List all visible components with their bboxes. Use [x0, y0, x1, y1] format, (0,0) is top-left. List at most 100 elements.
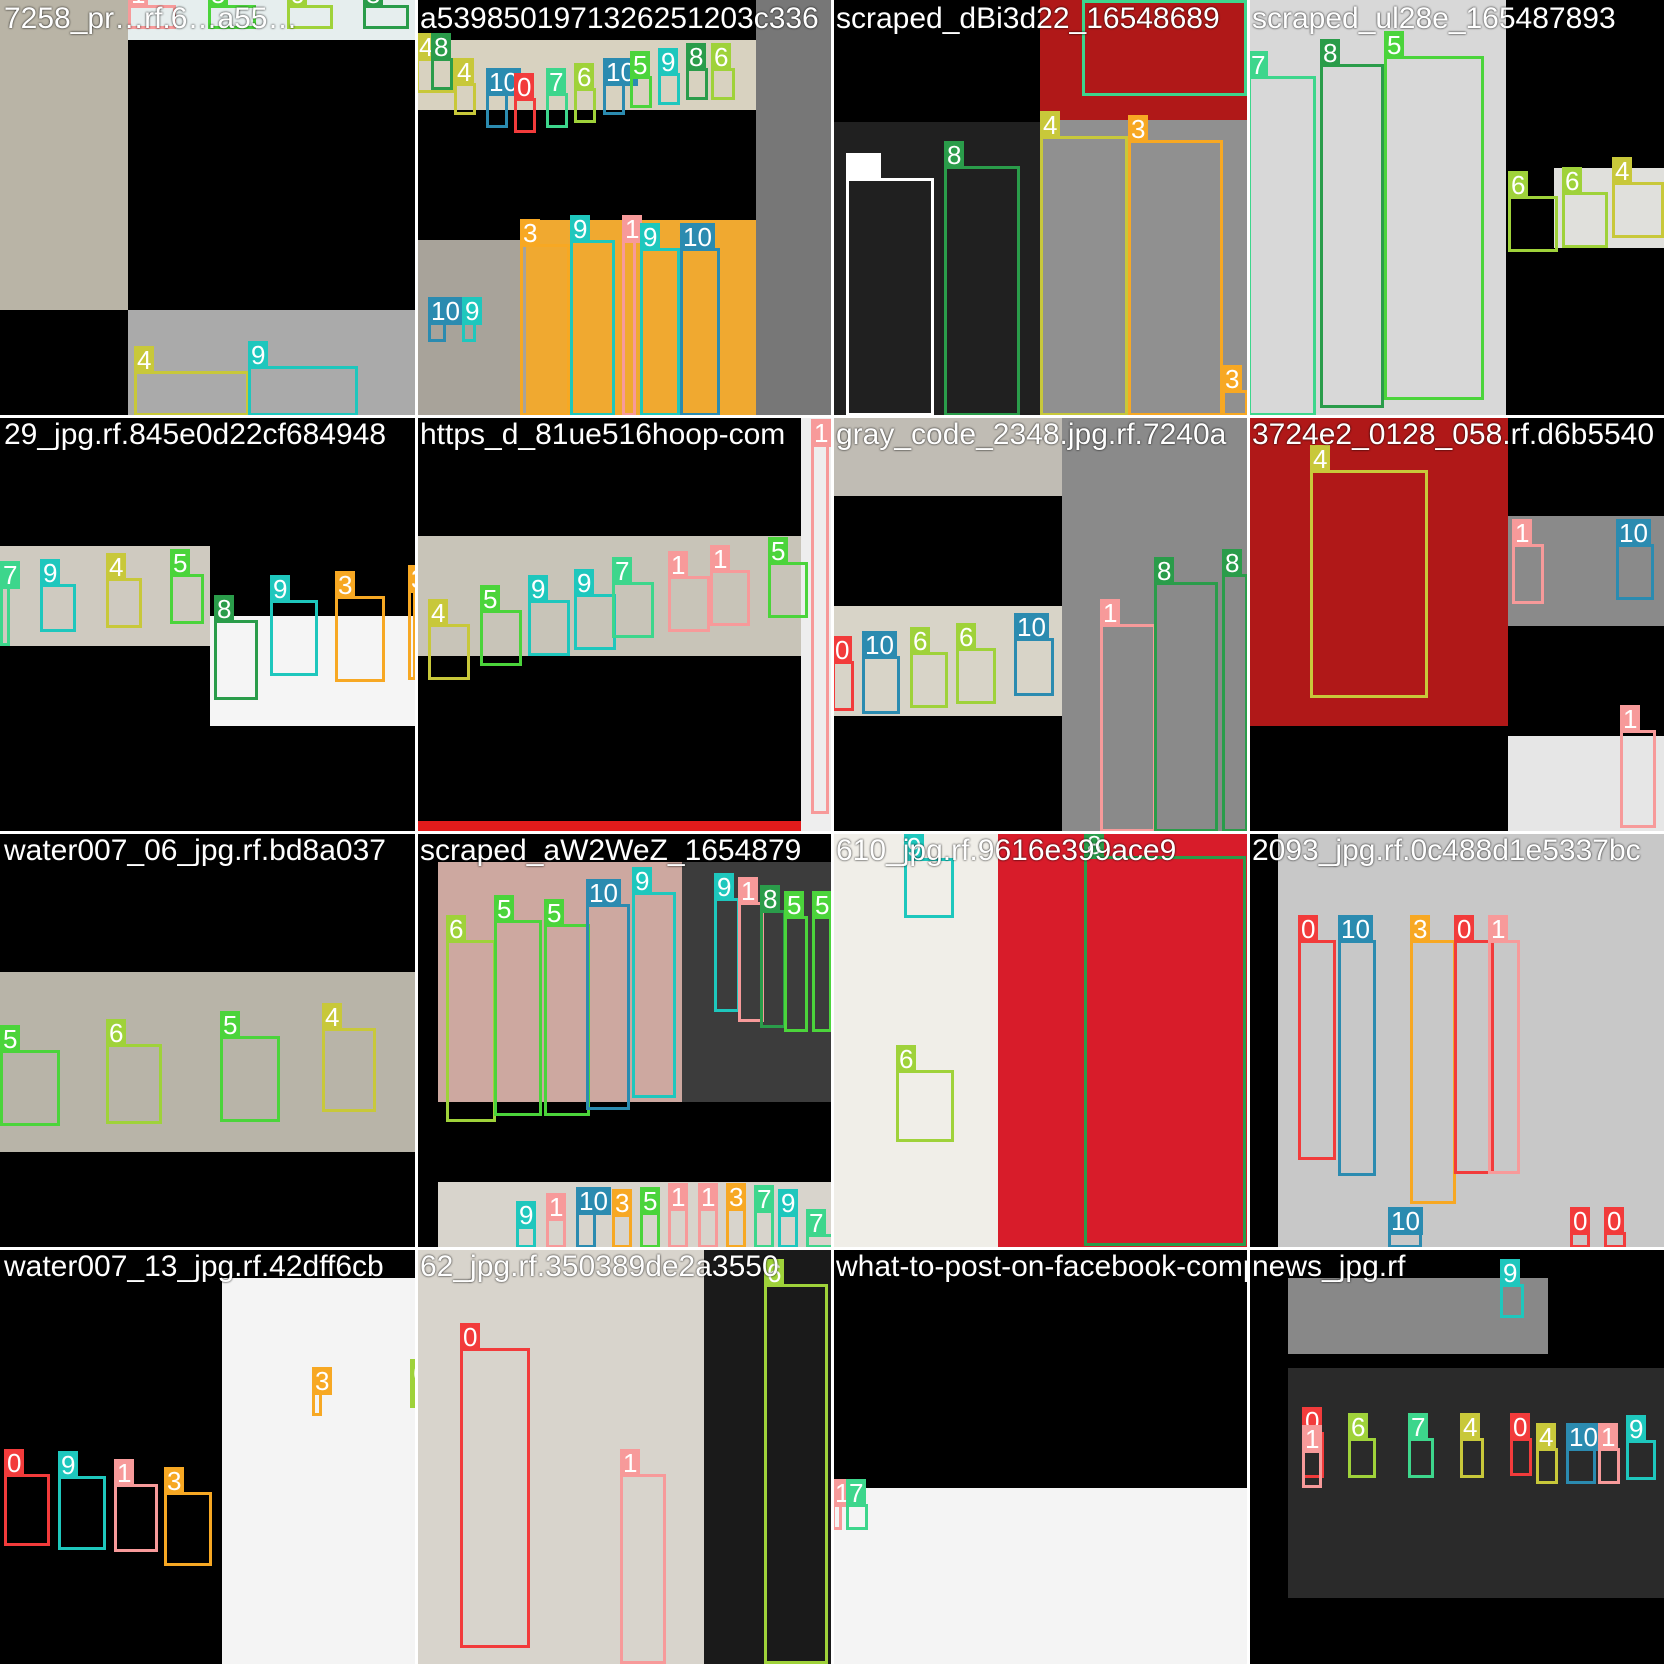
bounding-box: 1 — [698, 1183, 719, 1248]
bounding-box: 9 — [528, 575, 570, 656]
class-label: 10 — [1014, 613, 1049, 641]
mosaic-tile: 0 10 3 0 1 10 0 0 2093_jpg.rf.0c488d1e5337bc — [1248, 832, 1664, 1248]
class-label: 9 — [462, 297, 483, 325]
class-label: 1 — [1512, 519, 1533, 547]
bounding-box: 5 — [784, 891, 808, 1032]
bounding-box: 3 — [164, 1467, 212, 1566]
bounding-box: 6 — [574, 63, 596, 123]
class-label: 5 — [640, 1187, 661, 1215]
class-label: 4 — [428, 599, 449, 627]
tile-filename: 62_jpg.rf.350389de2a3550 — [420, 1250, 779, 1283]
bounding-box: 9 — [1626, 1415, 1656, 1480]
mosaic-tile: 17what-to-post-on-facebook-company — [832, 1248, 1248, 1664]
bounding-box: 1 — [1512, 519, 1544, 604]
class-label: 5 — [220, 1011, 241, 1039]
class-label: 9 — [714, 873, 735, 901]
class-label: 4 — [1460, 1413, 1481, 1441]
bounding-box: 0 — [832, 636, 854, 711]
class-label: 9 — [248, 341, 269, 369]
class-label: 5 — [480, 585, 501, 613]
bounding-box: 1 — [710, 545, 750, 626]
class-label: 7 — [846, 1479, 867, 1507]
class-label: 0 — [1298, 915, 1319, 943]
class-label: 9 — [778, 1189, 799, 1217]
class-label: 10 — [1616, 519, 1651, 547]
bounding-box: 3 — [612, 1189, 633, 1248]
tile-filename: 7258_pr…rf.6…a55… — [4, 2, 298, 35]
bounding-box: 1 — [622, 215, 643, 416]
class-label: 9 — [574, 569, 595, 597]
bounding-box: 5 — [768, 537, 808, 618]
class-label: 0 — [460, 1323, 481, 1351]
bounding-box: 9 — [714, 873, 740, 1012]
bounding-box: 1 — [114, 1459, 158, 1552]
mosaic-tile: 7 8 5 6 6 4 scraped_ul28e_165487893 — [1248, 0, 1664, 416]
class-label: 7 — [612, 557, 633, 585]
bounding-box: 0 — [4, 1449, 50, 1546]
class-label: 15 — [846, 153, 881, 181]
bounding-box: 6 — [446, 915, 496, 1122]
bounding-box: 10 — [1388, 1207, 1423, 1248]
bounding-box: 9 — [778, 1189, 799, 1248]
bounding-box: 9 — [248, 341, 358, 416]
bounding-box: 0 — [1570, 1207, 1591, 1248]
mosaic-tile: 4 8 4 10 0 7 6 10 5 9 8 6 3 9 1 9 10 10 9 a5398501971326251… — [416, 0, 832, 416]
class-label: 0 — [1604, 1207, 1625, 1235]
bounding-box: 1 — [1100, 599, 1156, 832]
bounding-box: 0 — [1510, 1413, 1532, 1476]
bounding-box: 0 — [514, 73, 536, 133]
class-label: 10 — [862, 631, 897, 659]
image-region — [756, 0, 832, 416]
bounding-box: 8 — [214, 595, 258, 700]
bounding-box: 8 — [1222, 549, 1248, 832]
class-label: 9 — [658, 48, 679, 76]
bounding-box: 8 — [363, 0, 409, 29]
bounding-box: 4 — [1040, 111, 1128, 416]
bounding-box: 6 — [106, 1019, 162, 1124]
class-label: 6 — [1508, 171, 1529, 199]
bounding-box: 6 — [1562, 167, 1608, 248]
class-label: 8 — [214, 595, 235, 623]
bounding-box: 4 — [1612, 157, 1664, 238]
class-label: 3 — [1128, 115, 1149, 143]
class-label: 0 — [832, 636, 853, 664]
bounding-box: 10 — [1014, 613, 1054, 696]
bounding-box: 7 — [806, 1209, 832, 1248]
tile-filename: https_d_81ue516hoop-com — [420, 418, 786, 451]
bounding-box: 6 — [1348, 1413, 1376, 1478]
bounding-box: 9 — [574, 569, 616, 650]
class-label: 6 — [1348, 1413, 1369, 1441]
bounding-box: 7 — [846, 1479, 868, 1530]
class-label: 3 — [335, 571, 356, 599]
tile-filename: news_jpg.rf — [1252, 1250, 1406, 1283]
bounding-box: 1 — [546, 1193, 567, 1248]
tile-filename: 2093_jpg.rf.0c488d1e5337bc — [1252, 834, 1641, 867]
mosaic-tile: 0 1 6 62_jpg.rf.350389de2a3550 — [416, 1248, 832, 1664]
class-label: 1 — [620, 1449, 641, 1477]
bounding-box: 6 — [711, 43, 735, 100]
mosaic-tile: 5 6 5 4 water007_06_jpg.rf.bd8a037 — [0, 832, 416, 1248]
bounding-box: 9 — [462, 297, 483, 342]
bounding-box: 9 — [640, 223, 680, 416]
mosaic-tile: 0 10 6 6 10 1 8 8 gray_code_2348.jpg.rf.7240a — [832, 416, 1248, 832]
class-label: 9 — [570, 215, 591, 243]
class-label: 3 — [1410, 915, 1431, 943]
bounding-box: 8 — [686, 43, 708, 100]
class-label: 10 — [1338, 915, 1373, 943]
bounding-box: 8 — [1320, 39, 1384, 408]
bounding-box: 10 — [680, 223, 720, 416]
bounding-box: 4 — [1460, 1413, 1484, 1478]
class-label: 7 — [546, 68, 567, 96]
class-label: 8 — [1154, 557, 1175, 585]
bounding-box: 4 — [134, 346, 249, 416]
mosaic-tile: 9 8 6 610_jpg.rf.9616e399ace9 — [832, 832, 1248, 1248]
tile-filename: 610_jpg.rf.9616e399ace9 — [836, 834, 1177, 867]
class-label: 1 — [1598, 1423, 1619, 1451]
class-label: 0 — [1454, 915, 1475, 943]
class-label: 4 — [134, 346, 155, 374]
bounding-box: 4 — [106, 553, 142, 628]
bounding-box: 6 — [956, 623, 996, 704]
class-label: 4 — [106, 553, 127, 581]
class-label: 5 — [544, 899, 565, 927]
class-label: 0 — [4, 1449, 25, 1477]
